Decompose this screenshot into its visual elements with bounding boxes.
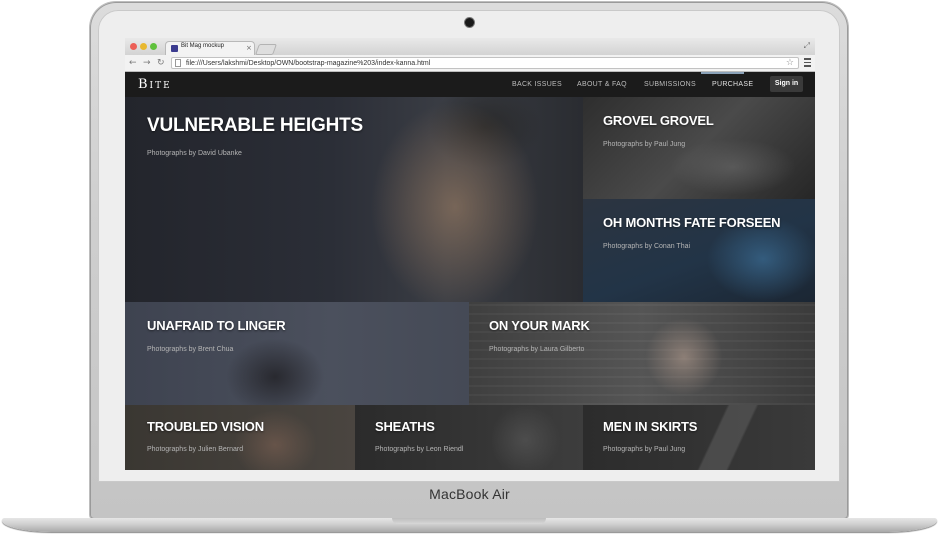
fullscreen-icon[interactable]: ⤢ [804, 41, 810, 51]
browser-menu-icon[interactable] [804, 58, 811, 68]
article-credit: Photographs by Julien Bernard [147, 446, 244, 453]
nav-purchase[interactable]: PURCHASE [712, 81, 753, 88]
back-arrow-icon[interactable]: ← [129, 57, 137, 69]
site-navbar: Bite BACK ISSUES ABOUT & FAQ SUBMISSIONS… [125, 72, 815, 97]
article-credit: Photographs by Conan Thai [603, 243, 691, 250]
url-text[interactable]: file:///Users/lakshmi/Desktop/OWN/bootst… [186, 58, 430, 69]
zoom-window-button[interactable] [150, 43, 157, 50]
nav-submissions[interactable]: SUBMISSIONS [644, 81, 696, 88]
close-window-button[interactable] [130, 43, 137, 50]
favicon-icon [171, 45, 178, 52]
window-controls [130, 43, 157, 50]
article-tile-unafraid-to-linger[interactable]: UNAFRAID TO LINGER Photographs by Brent … [125, 302, 469, 405]
device-model-label: MacBook Air [0, 486, 939, 502]
article-tile-oh-months-fate-forseen[interactable]: OH MONTHS FATE FORSEEN Photographs by Co… [583, 199, 815, 302]
sign-in-button[interactable]: Sign in [770, 76, 803, 92]
bookmark-star-icon[interactable]: ☆ [786, 57, 794, 69]
browser-tab-strip: Bit Mag mockup × ⤢ [125, 38, 815, 55]
article-title: GROVEL GROVEL [603, 113, 714, 128]
article-credit: Photographs by Paul Jung [603, 446, 686, 453]
article-credit: Photographs by Brent Chua [147, 346, 234, 353]
article-tile-on-your-mark[interactable]: ON YOUR MARK Photographs by Laura Gilber… [469, 302, 815, 405]
article-title: SHEATHS [375, 419, 435, 434]
article-credit: Photographs by David Ubanke [147, 150, 242, 157]
article-title: TROUBLED VISION [147, 419, 264, 434]
article-tile-men-in-skirts[interactable]: MEN IN SKIRTS Photographs by Paul Jung [583, 405, 815, 470]
article-title: VULNERABLE HEIGHTS [147, 115, 363, 136]
model-variant: Air [492, 486, 510, 502]
address-bar[interactable]: file:///Users/lakshmi/Desktop/OWN/bootst… [171, 57, 799, 69]
model-name: MacBook [429, 486, 489, 502]
minimize-window-button[interactable] [140, 43, 147, 50]
article-credit: Photographs by Leon Riendl [375, 446, 464, 453]
article-title: ON YOUR MARK [489, 318, 590, 333]
camera-icon [465, 18, 474, 27]
article-credit: Photographs by Paul Jung [603, 141, 686, 148]
article-tile-sheaths[interactable]: SHEATHS Photographs by Leon Riendl [355, 405, 583, 470]
active-nav-indicator [701, 72, 744, 74]
article-title: UNAFRAID TO LINGER [147, 318, 286, 333]
tab-close-icon[interactable]: × [246, 43, 252, 53]
article-tile-grovel-grovel[interactable]: GROVEL GROVEL Photographs by Paul Jung [583, 97, 815, 199]
nav-back-issues[interactable]: BACK ISSUES [512, 81, 562, 88]
browser-toolbar: ← → ↻ file:///Users/lakshmi/Desktop/OWN/… [125, 55, 815, 72]
page-icon [175, 59, 181, 67]
laptop-screen: Bit Mag mockup × ⤢ ← → ↻ file:///Users/l… [125, 38, 815, 470]
new-tab-button[interactable] [254, 44, 278, 55]
article-title: MEN IN SKIRTS [603, 419, 698, 434]
reload-icon[interactable]: ↻ [157, 57, 165, 69]
article-title: OH MONTHS FATE FORSEEN [603, 215, 781, 230]
forward-arrow-icon[interactable]: → [143, 57, 151, 69]
site-logo[interactable]: Bite [138, 77, 172, 92]
article-tile-vulnerable-heights[interactable]: VULNERABLE HEIGHTS Photographs by David … [125, 97, 583, 302]
laptop-hinge-notch [392, 518, 546, 524]
nav-about-faq[interactable]: ABOUT & FAQ [577, 81, 627, 88]
browser-tab[interactable]: Bit Mag mockup × [165, 41, 255, 55]
article-credit: Photographs by Laura Gilberto [489, 346, 585, 353]
article-tile-troubled-vision[interactable]: TROUBLED VISION Photographs by Julien Be… [125, 405, 355, 470]
tab-title: Bit Mag mockup [181, 43, 225, 49]
